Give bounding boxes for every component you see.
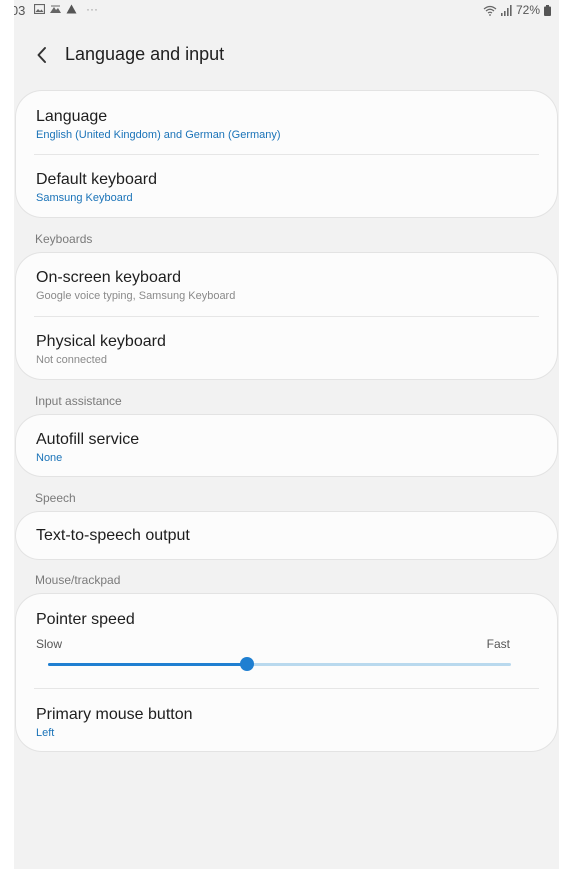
default-keyboard-title: Default keyboard	[36, 171, 157, 188]
battery-percent: 72%	[515, 3, 540, 17]
language-subtitle: English (United Kingdom) and German (Ger…	[36, 129, 281, 141]
keyboards-card: On-screen keyboard Google voice typing, …	[16, 253, 557, 379]
battery-icon	[544, 4, 551, 16]
section-keyboards: Keyboards	[35, 232, 93, 246]
autofill-service-title: Autofill service	[36, 431, 140, 448]
section-input-assistance: Input assistance	[35, 394, 122, 408]
status-time: 7:03	[14, 3, 26, 18]
language-item[interactable]: Language English (United Kingdom) and Ge…	[36, 107, 537, 142]
image-icon	[34, 4, 45, 14]
back-button[interactable]	[30, 40, 60, 70]
warning-icon	[66, 4, 77, 14]
on-screen-keyboard-subtitle: Google voice typing, Samsung Keyboard	[36, 290, 236, 302]
settings-screen: 7:03 ···	[14, 0, 559, 869]
input-assistance-card: Autofill service None	[16, 415, 557, 476]
language-title: Language	[36, 108, 108, 125]
physical-keyboard-item[interactable]: Physical keyboard Not connected	[36, 332, 537, 367]
status-bar: 7:03 ···	[14, 0, 559, 24]
general-card: Language English (United Kingdom) and Ge…	[16, 91, 557, 217]
more-notifications: ···	[86, 2, 98, 16]
notification-icons: ···	[34, 2, 98, 16]
status-right: 72%	[483, 3, 551, 17]
signal-icon	[500, 4, 512, 16]
section-speech: Speech	[35, 491, 76, 505]
on-screen-keyboard-item[interactable]: On-screen keyboard Google voice typing, …	[36, 268, 537, 303]
divider	[34, 688, 539, 689]
autofill-service-subtitle: None	[36, 452, 63, 464]
page-title: Language and input	[65, 44, 225, 64]
slider-fill	[48, 663, 247, 666]
mouse-card: Pointer speed Slow Fast Primary mouse bu…	[16, 594, 557, 751]
pointer-speed-slider[interactable]	[48, 657, 511, 671]
section-mouse-trackpad: Mouse/trackpad	[35, 573, 121, 587]
wifi-icon	[483, 5, 497, 16]
on-screen-keyboard-title: On-screen keyboard	[36, 269, 181, 286]
divider	[34, 316, 539, 317]
primary-mouse-button-title: Primary mouse button	[36, 706, 193, 723]
default-keyboard-subtitle: Samsung Keyboard	[36, 192, 133, 204]
physical-keyboard-title: Physical keyboard	[36, 333, 166, 350]
slider-min-label: Slow	[36, 637, 63, 651]
back-chevron-icon	[37, 47, 46, 63]
autofill-service-item[interactable]: Autofill service None	[36, 430, 537, 465]
tts-output-title: Text-to-speech output	[36, 527, 190, 544]
pointer-speed-item: Pointer speed	[36, 610, 537, 630]
app-bar: Language and input	[14, 38, 559, 72]
speech-card: Text-to-speech output	[16, 512, 557, 559]
physical-keyboard-subtitle: Not connected	[36, 354, 107, 366]
pointer-speed-title: Pointer speed	[36, 611, 135, 628]
slider-thumb[interactable]	[240, 657, 254, 671]
primary-mouse-button-item[interactable]: Primary mouse button Left	[36, 705, 537, 740]
slider-max-label: Fast	[486, 637, 510, 651]
mountain-icon	[50, 5, 61, 13]
tts-output-item[interactable]: Text-to-speech output	[36, 526, 537, 546]
primary-mouse-button-subtitle: Left	[36, 727, 55, 739]
default-keyboard-item[interactable]: Default keyboard Samsung Keyboard	[36, 170, 537, 205]
divider	[34, 154, 539, 155]
